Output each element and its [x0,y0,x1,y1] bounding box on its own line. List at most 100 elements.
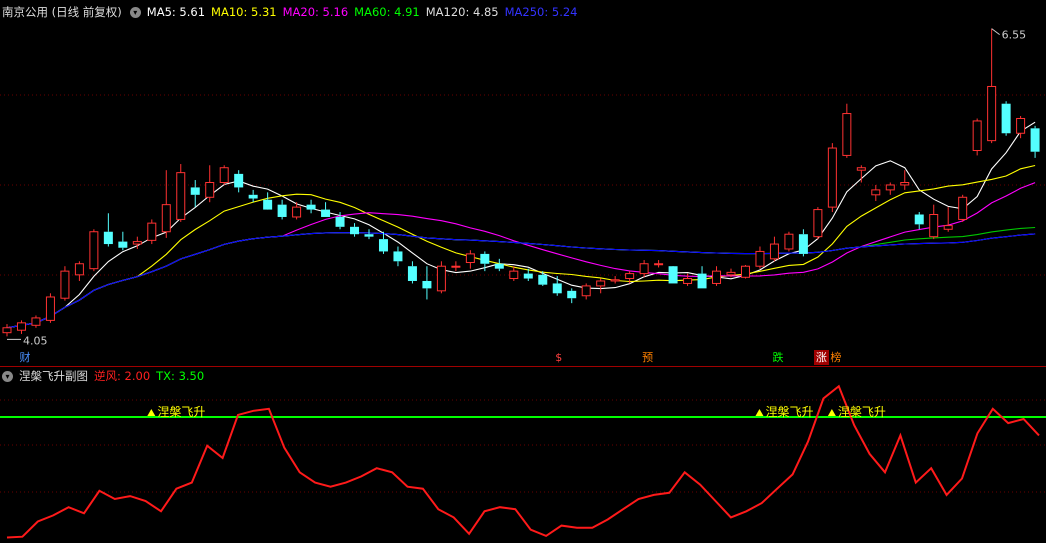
candle [147,219,157,245]
candle-body [292,206,302,218]
candle-body [494,263,504,269]
candle [958,194,968,222]
candle [827,143,837,213]
ma10-line [6,164,1036,329]
candle [509,266,519,281]
event-marker[interactable]: 涨 [813,350,829,365]
ma250-label: MA250: 5.24 [504,5,578,19]
candle-body [1030,128,1040,152]
candle-body [755,250,765,267]
signal-triangle [755,408,764,416]
candle-body [89,231,99,270]
signal-triangle [147,408,156,416]
candle-body [393,251,403,262]
candle-body [784,233,794,250]
ma20-label: MA20: 5.16 [282,5,349,19]
ma60-label: MA60: 4.91 [354,5,420,19]
candle [755,246,765,269]
event-marker[interactable]: $ [553,350,564,365]
event-marker[interactable]: 榜 [828,350,843,365]
candle [234,170,244,193]
candle-body [885,184,895,191]
candle-body [610,279,620,282]
signal-label: 涅槃飞升 [765,404,813,419]
candle [813,207,823,240]
candle-body [263,199,273,210]
candle-body [219,167,229,184]
sub-chart-header: ▾ 涅槃飞升副图 逆风: 2.00 TX: 3.50 [2,367,210,385]
candle [900,170,910,190]
candle [798,229,808,257]
candle-body [509,270,519,280]
candle-body [538,274,548,285]
candle-body [552,283,562,294]
candle-body [769,243,779,260]
candle [60,266,70,301]
candle-body [596,280,606,287]
candle [393,246,403,267]
candle [321,202,331,217]
ma20-line [6,182,1036,329]
candle-body [350,226,360,235]
candle-body [523,273,533,279]
candle [364,229,374,240]
candle-body [683,278,693,284]
candle-body [277,204,287,217]
candle [581,283,591,300]
candle [972,118,982,156]
candle [436,261,446,294]
candle-body [190,187,200,195]
candle-body [972,120,982,151]
candle-body [234,173,244,188]
candle [538,271,548,286]
candle-body [798,234,808,254]
candle-body [378,239,388,252]
main-chart-header: 南京公用 (日线 前复权) ▾ MA5: 5.61 MA10: 5.31 MA2… [2,3,583,21]
candle [277,199,287,220]
candle-body [16,322,26,331]
candle [668,266,678,284]
sub-indicator-title[interactable]: 涅槃飞升副图 [19,368,88,384]
ma250-line [6,232,1036,329]
candle [350,223,360,237]
candle [610,276,620,284]
candle-body [639,263,649,275]
candle [943,207,953,232]
candle-body [943,225,953,230]
candle-body [132,241,142,245]
candle [842,103,852,158]
signal-label: 涅槃飞升 [157,404,205,419]
candle [2,324,12,337]
settings-dropdown-icon[interactable]: ▾ [2,370,13,382]
candle-body [451,265,461,268]
event-marker[interactable]: 财 [17,350,32,365]
event-marker[interactable]: 跌 [770,350,785,365]
candle-body [248,194,258,199]
candle-body [668,266,678,284]
candle [769,236,779,262]
event-marker[interactable]: 预 [640,350,655,365]
candle [118,231,128,251]
candle-body [2,327,12,334]
settings-dropdown-icon[interactable]: ▾ [129,6,141,18]
candle [712,266,722,286]
candle-body [1001,103,1011,134]
candle-body [60,270,70,299]
candle-body [900,182,910,186]
candle-body [335,216,345,227]
candle-body [958,196,968,220]
candle-body [929,214,939,238]
candle [914,212,924,230]
stock-chart[interactable]: 6.55 4.05 涅槃飞升 涅槃飞升 涅槃飞升 [0,0,1046,543]
candle-body [306,204,316,210]
candle-body [740,265,750,278]
candle [205,165,215,203]
low-price-label: 4.05 [23,334,48,347]
nifeng-label: 逆风: 2.00 [94,369,151,383]
stock-title[interactable]: 南京公用 (日线 前复权) [2,4,122,20]
candle-body [827,147,837,208]
candle-body [654,263,664,266]
candle [16,320,26,334]
candle [697,266,707,289]
candle [885,182,895,195]
